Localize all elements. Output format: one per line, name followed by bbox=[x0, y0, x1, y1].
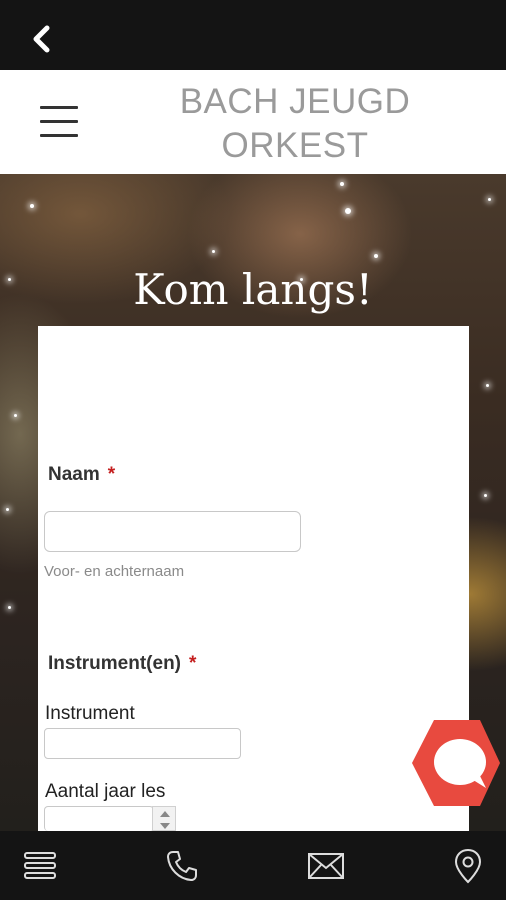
sparkle bbox=[486, 384, 489, 387]
years-label: Aantal jaar les bbox=[45, 781, 166, 802]
sparkle bbox=[6, 508, 9, 511]
name-hint: Voor- en achternaam bbox=[44, 563, 185, 580]
back-button[interactable] bbox=[26, 22, 58, 56]
years-input[interactable] bbox=[44, 806, 154, 831]
chat-button[interactable] bbox=[410, 718, 500, 808]
instrument-label: Instrument bbox=[45, 703, 135, 724]
nav-mail-button[interactable] bbox=[296, 831, 356, 900]
nav-stack-button[interactable] bbox=[10, 831, 70, 900]
stepper-down-icon[interactable] bbox=[160, 823, 170, 829]
site-title-line1: BACH JEUGD bbox=[179, 82, 411, 121]
name-label-text: Naam bbox=[48, 464, 100, 485]
instrument-input[interactable] bbox=[44, 728, 241, 759]
site-title-line2: ORKEST bbox=[221, 126, 369, 165]
name-input[interactable] bbox=[44, 511, 301, 552]
phone-icon bbox=[167, 850, 197, 881]
stack-icon bbox=[24, 851, 56, 879]
hamburger-line bbox=[40, 134, 78, 137]
site-title[interactable]: BACH JEUGD ORKEST bbox=[150, 80, 440, 168]
mail-icon bbox=[308, 852, 344, 879]
name-label: Naam * bbox=[48, 464, 115, 486]
sparkle bbox=[484, 494, 487, 497]
sparkle bbox=[14, 414, 17, 417]
top-bar bbox=[0, 0, 506, 70]
instruments-label: Instrument(en) * bbox=[48, 653, 196, 675]
menu-button[interactable] bbox=[40, 104, 78, 138]
chevron-left-icon bbox=[33, 25, 50, 53]
sparkle bbox=[374, 254, 378, 258]
hamburger-line bbox=[40, 120, 78, 123]
hero-title: Kom langs! bbox=[133, 265, 373, 314]
sparkle bbox=[30, 204, 34, 208]
bottom-nav bbox=[0, 831, 506, 900]
nav-location-button[interactable] bbox=[438, 831, 498, 900]
sparkle bbox=[340, 182, 344, 186]
sparkle bbox=[8, 606, 11, 609]
hamburger-line bbox=[40, 106, 78, 109]
chat-bubble-icon bbox=[412, 720, 500, 806]
required-mark: * bbox=[189, 653, 197, 674]
years-stepper[interactable] bbox=[152, 806, 176, 831]
sparkle bbox=[488, 198, 491, 201]
sparkle bbox=[212, 250, 215, 253]
required-mark: * bbox=[107, 464, 116, 485]
instruments-label-text: Instrument(en) bbox=[48, 653, 181, 674]
location-pin-icon bbox=[454, 848, 482, 883]
sparkle bbox=[345, 208, 351, 214]
nav-phone-button[interactable] bbox=[152, 831, 212, 900]
stepper-up-icon[interactable] bbox=[160, 811, 170, 817]
